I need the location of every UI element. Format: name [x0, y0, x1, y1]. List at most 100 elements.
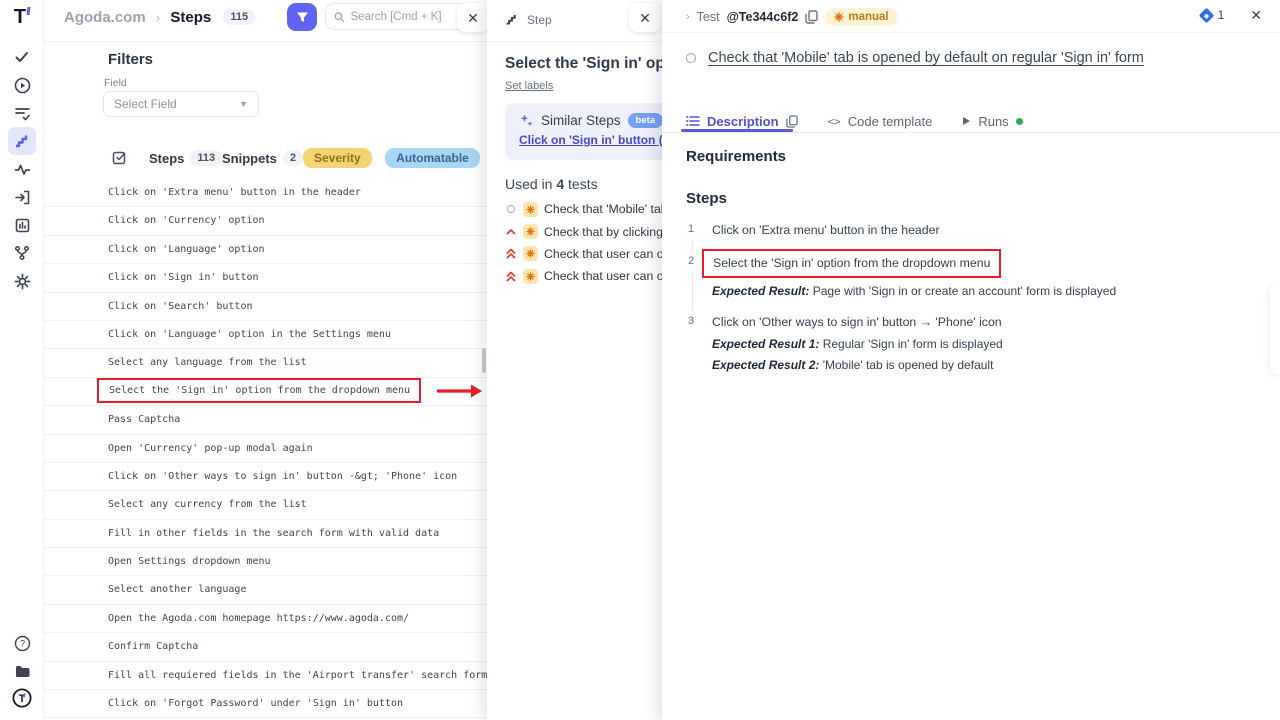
pill-severity[interactable]: Severity — [303, 148, 372, 168]
import-icon[interactable] — [8, 183, 36, 211]
expected-result-2: Expected Result 2: 'Mobile' tab is opene… — [712, 357, 1246, 373]
step-row[interactable]: Click on 'Currency' option — [44, 207, 487, 235]
list-header: Steps113 Snippets2 Severity Automatable … — [44, 148, 487, 172]
close-steps-overlay-button[interactable]: ✕ — [457, 3, 487, 32]
test-panel-header: › Test @Te344c6f2 manual 1 ✕ — [662, 0, 1280, 33]
steps-heading: Steps — [686, 190, 727, 207]
test-steps-list: 1 Click on 'Extra menu' button in the he… — [686, 222, 1246, 388]
filters-title: Filters — [108, 51, 153, 68]
breadcrumb-page: Steps — [170, 9, 211, 26]
manual-spark-icon — [523, 202, 538, 217]
steps-icon[interactable] — [8, 127, 36, 155]
breadcrumb: Agoda.com › Steps 115 — [64, 9, 255, 26]
copy-description-icon[interactable] — [786, 115, 798, 128]
test-step[interactable]: 1 Click on 'Extra menu' button in the he… — [686, 222, 1246, 239]
step-row[interactable]: Click on 'Sign in' button — [44, 264, 487, 292]
scrollbar-thumb[interactable] — [482, 348, 486, 373]
svg-text:?: ? — [19, 638, 24, 648]
app-logo[interactable]: T — [0, 6, 44, 32]
tab-snippets[interactable]: Snippets2 — [222, 150, 303, 168]
used-test-link[interactable]: Check that user can op — [505, 243, 662, 265]
expected-result: Expected Result: Page with 'Sign in or c… — [712, 283, 1246, 299]
search-box[interactable] — [325, 3, 472, 30]
test-step[interactable]: 3 Click on 'Other ways to sign in' butto… — [686, 314, 1246, 373]
branch-icon[interactable] — [8, 239, 36, 267]
similar-step-link[interactable]: Click on 'Sign in' button (0.9715 — [519, 133, 662, 147]
step-row[interactable]: Click on 'Other ways to sign in' button … — [44, 463, 487, 491]
steps-count-badge: 113 — [190, 150, 222, 166]
step-row[interactable]: Select any language from the list — [44, 349, 487, 377]
tab-description[interactable]: Description — [686, 114, 798, 129]
test-title[interactable]: Check that 'Mobile' tab is opened by def… — [708, 50, 1144, 66]
chevron-right-icon: › — [686, 11, 690, 23]
beta-badge: beta — [628, 113, 662, 128]
chevron-down-icon: ▼ — [239, 99, 248, 109]
list-check-icon[interactable] — [8, 99, 36, 127]
tab-code-template[interactable]: <> Code template — [828, 114, 933, 129]
copy-icon[interactable] — [805, 10, 818, 24]
filter-button[interactable] — [287, 3, 317, 31]
step-row[interactable]: Select another language — [44, 576, 487, 604]
tab-runs[interactable]: Runs — [962, 114, 1022, 129]
pill-automatable[interactable]: Automatable — [385, 148, 480, 168]
logo-accent — [27, 7, 31, 15]
step-row[interactable]: Pass Captcha — [44, 406, 487, 434]
step-panel-title: Step — [527, 13, 552, 27]
step-row[interactable]: Click on 'Search' button — [44, 293, 487, 321]
report-icon[interactable] — [8, 211, 36, 239]
step-row[interactable]: Click on 'Forgot Password' under 'Sign i… — [44, 690, 487, 718]
breadcrumb-separator: › — [156, 10, 160, 25]
code-icon: <> — [828, 115, 841, 128]
runs-status-dot — [1016, 118, 1023, 125]
steps-list: Click on 'Extra menu' button in the head… — [44, 179, 487, 718]
step-row[interactable]: Open the Agoda.com homepage https://www.… — [44, 605, 487, 633]
priority-normal-icon — [686, 53, 696, 63]
close-step-panel-button[interactable]: ✕ — [629, 3, 661, 32]
step-row[interactable]: Open Settings dropdown menu — [44, 548, 487, 576]
gear-icon[interactable] — [8, 267, 36, 295]
manual-badge[interactable]: manual — [825, 8, 897, 26]
play-circle-icon[interactable] — [8, 71, 36, 99]
step-row[interactable]: Fill in other fields in the search form … — [44, 520, 487, 548]
close-icon: ✕ — [467, 11, 479, 25]
tab-steps[interactable]: Steps113 — [149, 150, 222, 168]
manual-spark-icon — [523, 269, 538, 284]
manual-spark-icon — [523, 224, 538, 239]
check-icon[interactable] — [8, 43, 36, 71]
filter-pills: Severity Automatable Type To — [303, 148, 487, 168]
search-input[interactable] — [350, 11, 463, 23]
test-step-highlighted[interactable]: 2 Select the 'Sign in' option from the d… — [686, 254, 1246, 299]
help-icon[interactable]: ? — [8, 629, 36, 657]
field-select[interactable]: Select Field ▼ — [103, 91, 259, 117]
set-labels-link[interactable]: Set labels — [505, 80, 553, 92]
funnel-icon — [296, 11, 309, 24]
right-edge-scroll-hint[interactable] — [1270, 283, 1280, 375]
step-row[interactable]: Fill all requiered fields in the 'Airpor… — [44, 662, 487, 690]
used-test-link[interactable]: Check that 'Mobile' tab — [505, 198, 662, 220]
pulse-icon[interactable] — [8, 155, 36, 183]
jira-link-counter[interactable]: 1 — [1201, 8, 1225, 22]
step-row[interactable]: Click on 'Language' option — [44, 236, 487, 264]
similar-steps-title: Similar Steps — [541, 113, 621, 128]
step-row[interactable]: Confirm Captcha — [44, 633, 487, 661]
step-row[interactable]: Click on 'Language' option in the Settin… — [44, 321, 487, 349]
account-avatar[interactable]: T — [8, 684, 36, 712]
test-id: @Te344c6f2 — [727, 10, 799, 24]
steps-page-header: Agoda.com › Steps 115 ✕ — [44, 0, 487, 42]
used-in-heading: Used in 4 tests — [505, 176, 598, 192]
close-test-panel-button[interactable]: ✕ — [1250, 8, 1262, 22]
link-count: 1 — [1218, 8, 1225, 22]
step-row[interactable]: Select any currency from the list — [44, 491, 487, 519]
step-row[interactable]: Click on 'Extra menu' button in the head… — [44, 179, 487, 207]
projects-folder-icon[interactable] — [8, 657, 36, 685]
snippets-count-badge: 2 — [283, 150, 303, 166]
step-row-highlighted[interactable]: Select the 'Sign in' option from the dro… — [44, 378, 487, 406]
used-in-count: 4 — [556, 176, 564, 192]
select-all-icon[interactable] — [112, 150, 127, 170]
breadcrumb-project[interactable]: Agoda.com — [64, 9, 146, 26]
step-row[interactable]: Open 'Currency' pop-up modal again — [44, 435, 487, 463]
used-test-link[interactable]: Check that user can op — [505, 265, 662, 287]
step-detail-panel: Step ✕ Select the 'Sign in' option from … — [487, 0, 662, 720]
used-test-link[interactable]: Check that by clicking o — [505, 220, 662, 242]
step-name: Select the 'Sign in' option from the dro… — [505, 55, 662, 73]
